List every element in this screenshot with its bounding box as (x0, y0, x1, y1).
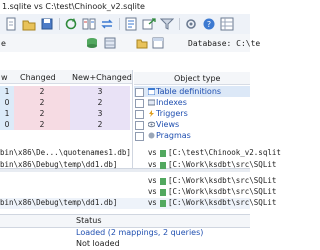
index-icon (147, 99, 156, 106)
file-row[interactable]: bin\x86\Debug\temp\dd1.db] vs [C:\Work\k… (0, 198, 276, 209)
new-changed-count: 3 (70, 86, 130, 97)
export-icon[interactable] (142, 17, 156, 31)
vs-label: vs (148, 148, 157, 157)
object-type-header: Object type (174, 74, 221, 83)
database-label: Database: C:\te (188, 39, 261, 48)
status-not-loaded: Not loaded (76, 239, 120, 248)
status-loaded: Loaded (2 mappings, 2 queries) (76, 228, 204, 237)
db-icon (160, 162, 166, 169)
list-item[interactable]: Triggers (134, 108, 250, 119)
db-icon (160, 200, 166, 207)
col-newchanged-header: New+Changed (72, 73, 132, 82)
left-file: bin\x86\Debug\temp\dd1.db] (0, 160, 118, 169)
table-row[interactable]: 1 2 3 (0, 108, 130, 119)
vs-label: vs (148, 176, 157, 185)
open-icon[interactable] (22, 17, 36, 31)
right-file: [C:\Work\ksdbt\src\SQLit (168, 160, 277, 169)
window-title: 1.sqlite vs C:\test\Chinook_v2.sqlite (2, 2, 145, 11)
table-row[interactable]: 0 2 2 (0, 97, 130, 108)
db-icon (160, 150, 166, 157)
sync-icon[interactable] (100, 17, 114, 31)
right-grid-header: Object type (134, 72, 250, 85)
filter-icon[interactable] (160, 17, 174, 31)
file-row[interactable]: bin\x86\Debug\temp\dd1.db] vs [C:\Work\k… (0, 160, 276, 171)
checkbox[interactable] (135, 99, 144, 108)
changed-count: 2 (14, 119, 70, 130)
status-table-header: Status (0, 214, 250, 228)
list-item[interactable]: Views (134, 119, 250, 130)
table-icon (147, 87, 156, 96)
toolbar: ? (0, 14, 250, 35)
right-file: [C:\Work\ksdbt\src\SQLit (168, 176, 277, 185)
file-row[interactable]: bin\x86\De...\quotenames1.db] vs [C:\tes… (0, 148, 281, 159)
checkbox[interactable] (135, 88, 144, 97)
info-band: e Database: C:\te (0, 34, 260, 52)
col-new-header: w (1, 73, 8, 82)
object-type-label: Pragmas (156, 131, 191, 140)
pragma-icon (148, 132, 155, 139)
checkbox[interactable] (135, 132, 144, 141)
db-icon (160, 189, 166, 196)
vs-label: vs (148, 187, 157, 196)
table-row[interactable]: 0 2 2 (0, 119, 130, 130)
toolbar-separator (179, 18, 180, 30)
object-type-label: Indexes (156, 98, 187, 107)
db-grid-icon[interactable] (104, 37, 116, 49)
toolbar-separator (59, 18, 60, 30)
new-count: 0 (0, 97, 14, 108)
status-header: Status (76, 216, 102, 225)
new-count: 1 (0, 86, 14, 97)
toolbar-separator (119, 18, 120, 30)
db-folder-icon[interactable] (136, 37, 148, 49)
db-icon (160, 178, 166, 185)
list-item[interactable]: Indexes (134, 97, 250, 108)
grid-icon[interactable] (220, 17, 234, 31)
list-item[interactable]: Table definitions (134, 86, 250, 97)
status-row[interactable]: Not loaded (0, 239, 250, 250)
checkbox[interactable] (135, 110, 144, 119)
help-icon[interactable]: ? (202, 17, 216, 31)
compare-icon[interactable] (82, 17, 96, 31)
new-changed-count: 3 (70, 108, 130, 119)
left-file: bin\x86\De...\quotenames1.db] (0, 148, 131, 157)
new-changed-count: 2 (70, 119, 130, 130)
changed-count: 2 (14, 97, 70, 108)
file-row[interactable]: vs [C:\Work\ksdbt\src\SQLit (0, 187, 276, 198)
band-label: e (1, 39, 6, 48)
right-file: [C:\test\Chinook_v2.sqlit (168, 148, 281, 157)
checkbox[interactable] (135, 121, 144, 130)
object-type-label: Table definitions (156, 87, 222, 96)
status-row[interactable]: Loaded (2 mappings, 2 queries) (0, 228, 250, 239)
changed-count: 2 (14, 86, 70, 97)
trigger-icon (148, 110, 155, 117)
left-file: bin\x86\Debug\temp\dd1.db] (0, 198, 118, 207)
table-row[interactable]: 1 2 3 (0, 86, 130, 97)
svg-text:?: ? (207, 20, 211, 29)
new-count: 1 (0, 108, 14, 119)
script-icon[interactable] (124, 17, 138, 31)
new-icon[interactable] (4, 17, 18, 31)
vs-label: vs (148, 160, 157, 169)
view-icon (147, 121, 156, 128)
db-green-icon[interactable] (86, 37, 98, 49)
refresh-icon[interactable] (64, 17, 78, 31)
new-changed-count: 2 (70, 97, 130, 108)
save-icon[interactable] (40, 17, 54, 31)
title-bar: 1.sqlite vs C:\test\Chinook_v2.sqlite (0, 0, 250, 14)
new-count: 0 (0, 119, 14, 130)
db-table-icon[interactable] (152, 37, 164, 49)
list-item[interactable]: Pragmas (134, 130, 250, 141)
col-changed-header: Changed (20, 73, 56, 82)
object-type-label: Triggers (156, 109, 188, 118)
right-file: [C:\Work\ksdbt\src\SQLit (168, 198, 277, 207)
object-type-label: Views (156, 120, 180, 129)
options-icon[interactable] (184, 17, 198, 31)
vs-label: vs (148, 198, 157, 207)
changed-count: 2 (14, 108, 70, 119)
file-row[interactable]: vs [C:\Work\ksdbt\src\SQLit (0, 176, 276, 187)
right-file: [C:\Work\ksdbt\src\SQLit (168, 187, 277, 196)
